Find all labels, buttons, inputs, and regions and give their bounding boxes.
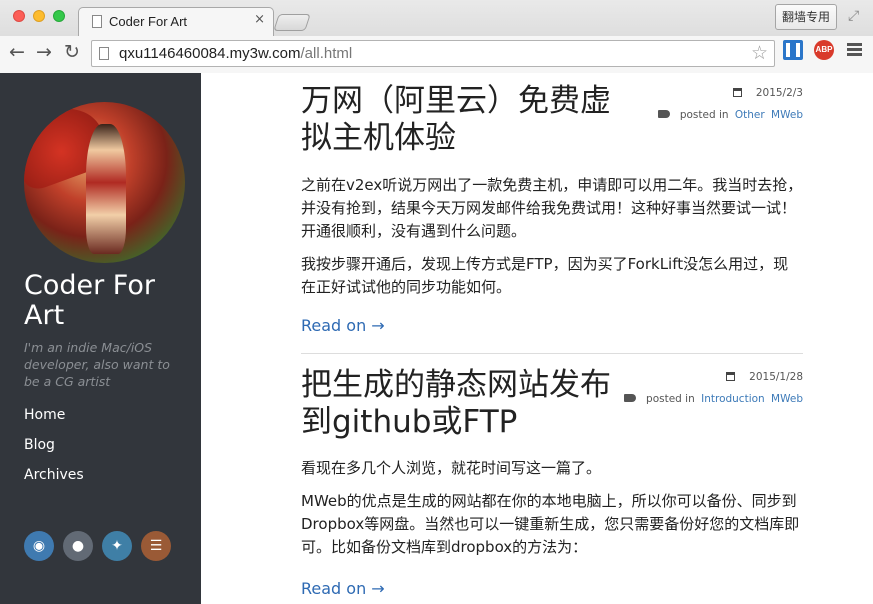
reload-button[interactable]: ↻	[64, 41, 80, 63]
back-button[interactable]: ←	[9, 41, 25, 63]
tab-title: Coder For Art	[109, 14, 188, 29]
sidebar: Coder For Art I'm an indie Mac/iOS devel…	[0, 73, 201, 604]
github-icon[interactable]: ●	[63, 531, 93, 561]
minimize-window-button[interactable]	[33, 10, 45, 22]
post-paragraph: 看现在多几个人浏览，就花时间写这一篇了。	[301, 459, 602, 477]
qr-code-extension-icon[interactable]	[783, 40, 803, 60]
close-window-button[interactable]	[13, 10, 25, 22]
zoom-window-button[interactable]	[53, 10, 65, 22]
nav-item-home[interactable]: Home	[24, 405, 84, 435]
browser-chrome: Coder For Art × 翻墙专用 ⤢ ← → ↻ qxu11464600…	[0, 0, 873, 73]
avatar	[24, 102, 185, 263]
category-link[interactable]: MWeb	[771, 393, 803, 405]
page-icon	[99, 47, 109, 60]
nav-item-archives[interactable]: Archives	[24, 465, 84, 495]
post-paragraph: 我按步骤开通后，发现上传方式是FTP，因为买了ForkLift没怎么用过，现在正…	[301, 255, 789, 296]
post-categories: posted in Introduction MWeb	[624, 393, 803, 405]
proxy-button[interactable]: 翻墙专用	[775, 4, 837, 30]
category-link[interactable]: MWeb	[771, 109, 803, 121]
post-categories: posted in Other MWeb	[657, 109, 803, 121]
post-paragraph: 之前在v2ex听说万网出了一款免费主机，申请即可以用二年。我当时去抢，并没有抢到…	[301, 176, 803, 240]
category-link[interactable]: Introduction	[701, 393, 765, 405]
rss-icon[interactable]: ☰	[141, 531, 171, 561]
weibo-icon[interactable]: ◉	[24, 531, 54, 561]
adblock-plus-icon[interactable]: ABP	[814, 40, 834, 60]
forward-button[interactable]: →	[36, 41, 52, 63]
url-text: qxu1146460084.my3w.com/all.html	[119, 45, 352, 62]
calendar-icon	[732, 88, 742, 97]
fullscreen-icon[interactable]: ⤢	[848, 8, 859, 24]
site-title[interactable]: Coder For Art	[24, 271, 194, 331]
category-link[interactable]: Other	[735, 109, 765, 121]
address-bar[interactable]: qxu1146460084.my3w.com/all.html ☆	[91, 40, 775, 67]
main-content: 万网（阿里云）免费虚拟主机体验 2015/2/3 posted in Other…	[201, 73, 873, 604]
calendar-icon	[726, 372, 736, 381]
post-excerpt: 之前在v2ex听说万网出了一款免费主机，申请即可以用二年。我当时去抢，并没有抢到…	[301, 174, 803, 309]
read-on-link[interactable]: Read on →	[301, 579, 385, 598]
tag-icon	[657, 110, 670, 118]
nav-item-blog[interactable]: Blog	[24, 435, 84, 465]
bookmark-star-icon[interactable]: ☆	[751, 42, 768, 64]
tag-icon	[624, 394, 637, 402]
browser-tab[interactable]: Coder For Art ×	[78, 7, 274, 36]
read-on-link[interactable]: Read on →	[301, 316, 385, 335]
post-title[interactable]: 把生成的静态网站发布到github或FTP	[301, 367, 641, 441]
url-path: /all.html	[300, 45, 353, 62]
twitter-icon[interactable]: ✦	[102, 531, 132, 561]
sidebar-nav: Home Blog Archives	[24, 405, 84, 495]
post-paragraph: MWeb的优点是生成的网站都在你的本地电脑上，所以你可以备份、同步到Dropbo…	[301, 492, 800, 556]
browser-toolbar: ← → ↻ qxu1146460084.my3w.com/all.html ☆ …	[0, 36, 873, 73]
post-divider	[301, 353, 803, 354]
post-title[interactable]: 万网（阿里云）免费虚拟主机体验	[301, 83, 641, 157]
post-excerpt: 看现在多几个人浏览，就花时间写这一篇了。 MWeb的优点是生成的网站都在你的本地…	[301, 457, 803, 569]
site-tagline: I'm an indie Mac/iOS developer, also wan…	[24, 340, 170, 389]
post-date: 2015/2/3	[732, 87, 803, 99]
close-tab-icon[interactable]: ×	[254, 12, 265, 27]
url-host: qxu1146460084.my3w.com	[119, 45, 301, 62]
post-date: 2015/1/28	[726, 371, 803, 383]
page-icon	[92, 15, 102, 28]
menu-icon[interactable]	[847, 43, 862, 56]
new-tab-button[interactable]	[273, 14, 311, 31]
